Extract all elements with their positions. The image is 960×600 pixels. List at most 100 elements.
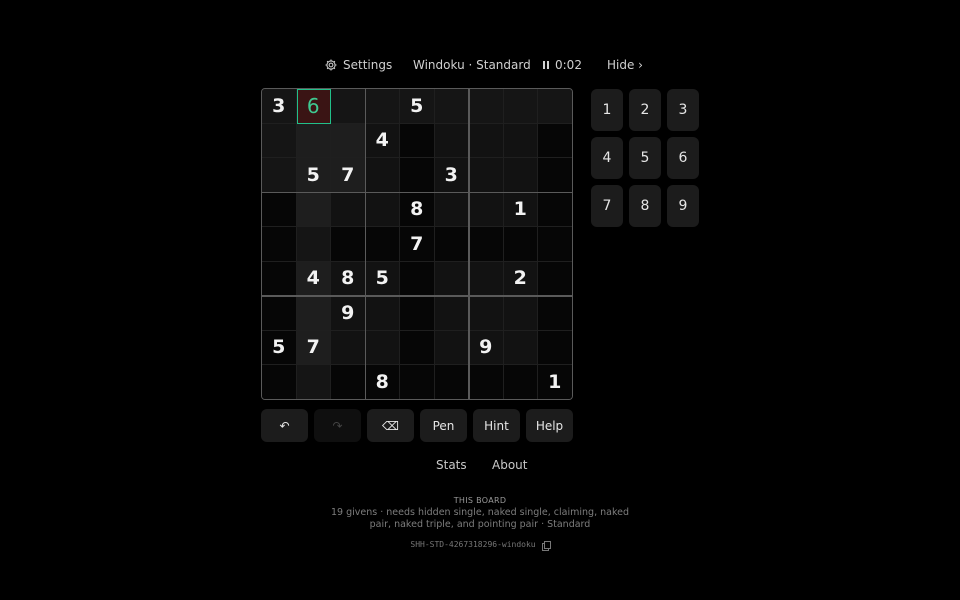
cell-r6c2[interactable]: 4 [296,261,331,296]
cell-r1c8[interactable] [503,89,538,124]
cell-r2c9[interactable] [538,123,572,158]
cell-r1c3[interactable] [331,89,366,124]
cell-r7c9[interactable] [538,296,572,331]
cell-r5c2[interactable] [296,227,331,262]
numpad-key-8[interactable]: 8 [629,185,661,227]
cell-r2c5[interactable] [400,123,435,158]
cell-r1c6[interactable] [434,89,469,124]
erase-button[interactable]: ⌫ [367,409,414,442]
cell-r5c8[interactable] [503,227,538,262]
cell-r9c4[interactable]: 8 [365,365,400,399]
cell-r8c7[interactable]: 9 [469,330,504,365]
numpad-key-5[interactable]: 5 [629,137,661,179]
settings-button[interactable]: Settings [324,56,392,74]
cell-r9c6[interactable] [434,365,469,399]
cell-r4c7[interactable] [469,192,504,227]
cell-r8c1[interactable]: 5 [262,330,297,365]
cell-r4c1[interactable] [262,192,297,227]
stats-link[interactable]: Stats [436,458,467,472]
cell-r3c1[interactable] [262,158,297,193]
cell-r5c3[interactable] [331,227,366,262]
cell-r6c4[interactable]: 5 [365,261,400,296]
cell-r6c7[interactable] [469,261,504,296]
cell-r9c8[interactable] [503,365,538,399]
cell-r2c4[interactable]: 4 [365,123,400,158]
numpad-key-1[interactable]: 1 [591,89,623,131]
cell-r9c1[interactable] [262,365,297,399]
cell-r7c8[interactable] [503,296,538,331]
cell-r2c2[interactable] [296,123,331,158]
numpad-key-7[interactable]: 7 [591,185,623,227]
cell-r7c1[interactable] [262,296,297,331]
cell-r8c6[interactable] [434,330,469,365]
cell-r2c8[interactable] [503,123,538,158]
help-button[interactable]: Help [526,409,573,442]
cell-r8c9[interactable] [538,330,572,365]
cell-r6c5[interactable] [400,261,435,296]
copy-icon[interactable] [541,540,551,551]
cell-r4c4[interactable] [365,192,400,227]
cell-r7c3[interactable]: 9 [331,296,366,331]
cell-r7c2[interactable] [296,296,331,331]
cell-r4c9[interactable] [538,192,572,227]
cell-r1c9[interactable] [538,89,572,124]
cell-r5c4[interactable] [365,227,400,262]
cell-r3c5[interactable] [400,158,435,193]
cell-r4c8[interactable]: 1 [503,192,538,227]
cell-r6c8[interactable]: 2 [503,261,538,296]
hide-button[interactable]: Hide › [607,56,643,74]
cell-r5c9[interactable] [538,227,572,262]
numpad-key-3[interactable]: 3 [667,89,699,131]
cell-r6c6[interactable] [434,261,469,296]
cell-r4c3[interactable] [331,192,366,227]
cell-r7c6[interactable] [434,296,469,331]
cell-r9c3[interactable] [331,365,366,399]
cell-r3c3[interactable]: 7 [331,158,366,193]
cell-r8c2[interactable]: 7 [296,330,331,365]
hint-button[interactable]: Hint [473,409,520,442]
cell-r8c3[interactable] [331,330,366,365]
cell-r1c1[interactable]: 3 [262,89,297,124]
cell-r9c7[interactable] [469,365,504,399]
numpad-key-9[interactable]: 9 [667,185,699,227]
cell-r9c5[interactable] [400,365,435,399]
cell-r1c7[interactable] [469,89,504,124]
cell-r5c5[interactable]: 7 [400,227,435,262]
cell-r7c7[interactable] [469,296,504,331]
cell-r2c3[interactable] [331,123,366,158]
cell-r3c2[interactable]: 5 [296,158,331,193]
cell-r8c8[interactable] [503,330,538,365]
numpad-key-2[interactable]: 2 [629,89,661,131]
cell-r9c9[interactable]: 1 [538,365,572,399]
cell-r8c4[interactable] [365,330,400,365]
numpad-key-4[interactable]: 4 [591,137,623,179]
cell-r3c9[interactable] [538,158,572,193]
about-link[interactable]: About [492,458,527,472]
pen-button[interactable]: Pen [420,409,467,442]
cell-r7c5[interactable] [400,296,435,331]
cell-r3c4[interactable] [365,158,400,193]
cell-r5c6[interactable] [434,227,469,262]
cell-r7c4[interactable] [365,296,400,331]
cell-r2c1[interactable] [262,123,297,158]
cell-r6c9[interactable] [538,261,572,296]
cell-r3c7[interactable] [469,158,504,193]
cell-r2c7[interactable] [469,123,504,158]
cell-r4c6[interactable] [434,192,469,227]
cell-r8c5[interactable] [400,330,435,365]
undo-button[interactable]: ↶ [261,409,308,442]
cell-r6c1[interactable] [262,261,297,296]
cell-r5c7[interactable] [469,227,504,262]
cell-r3c8[interactable] [503,158,538,193]
numpad-key-6[interactable]: 6 [667,137,699,179]
cell-r3c6[interactable]: 3 [434,158,469,193]
redo-button[interactable]: ↷ [314,409,361,442]
cell-r6c3[interactable]: 8 [331,261,366,296]
cell-r9c2[interactable] [296,365,331,399]
cell-r4c5[interactable]: 8 [400,192,435,227]
cell-r4c2[interactable] [296,192,331,227]
cell-r1c5[interactable]: 5 [400,89,435,124]
cell-r1c2[interactable]: 6 [296,89,331,124]
cell-r1c4[interactable] [365,89,400,124]
cell-r5c1[interactable] [262,227,297,262]
